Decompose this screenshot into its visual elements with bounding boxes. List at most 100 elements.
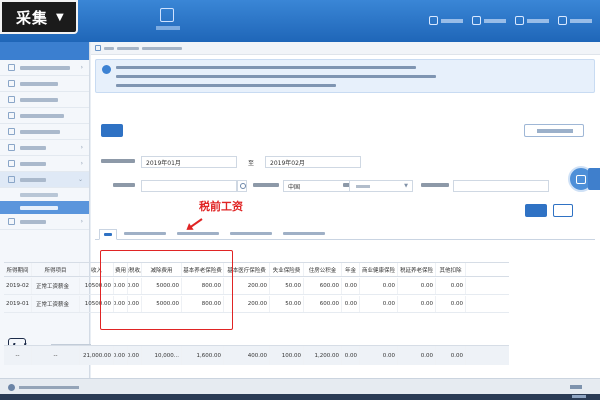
- chevron-down-icon: ▼: [56, 11, 64, 23]
- tab-5[interactable]: [279, 228, 329, 239]
- summary-cell: 0.00: [398, 346, 436, 365]
- tax-icon: [8, 144, 15, 151]
- capture-label: 采集: [16, 8, 49, 27]
- table-cell: 正常工资薪金: [32, 278, 80, 294]
- header-action-1[interactable]: [429, 16, 463, 25]
- table-cell: 0.00: [360, 296, 398, 312]
- reset-button[interactable]: [553, 204, 573, 217]
- summary-cell: --: [32, 346, 80, 365]
- about-link[interactable]: [570, 385, 582, 389]
- header-action-3[interactable]: [515, 16, 549, 25]
- home-icon[interactable]: [95, 45, 101, 51]
- user-icon: [8, 112, 15, 119]
- period-from-input[interactable]: 2019年01月: [141, 156, 237, 168]
- table-cell: 2019-01: [4, 296, 32, 312]
- annotation-label: 税前工资: [199, 200, 243, 213]
- collected-records-button[interactable]: [524, 124, 584, 137]
- column-header: 税延养老保险: [398, 263, 436, 276]
- sidebar-subitem-1[interactable]: [0, 188, 89, 201]
- table-cell: 50.00: [270, 296, 304, 312]
- name-input[interactable]: [141, 180, 237, 192]
- region-label: [253, 183, 279, 187]
- search-icon[interactable]: [237, 180, 247, 192]
- sidebar-header: [0, 42, 89, 60]
- breadcrumb: [91, 42, 600, 55]
- header-action-2[interactable]: [472, 16, 506, 25]
- tab-2[interactable]: [120, 228, 170, 239]
- info-icon: [429, 16, 438, 25]
- table-cell: 50.00: [270, 278, 304, 294]
- table-row[interactable]: 2019-02正常工资薪金10500.000.000.005000.00800.…: [4, 278, 509, 295]
- table-cell: 2019-02: [4, 278, 32, 294]
- app-logo-caption: [156, 26, 180, 30]
- table-cell: 0.00: [436, 278, 466, 294]
- app-logo-icon: [160, 8, 174, 22]
- summary-cell: 21,000.00: [80, 346, 114, 365]
- sidebar-item-5[interactable]: [0, 124, 89, 140]
- table-cell: 正常工资薪金: [32, 296, 80, 312]
- id-number-input[interactable]: [453, 180, 549, 192]
- clock-text: [572, 395, 586, 398]
- summary-cell: 0.00: [436, 346, 466, 365]
- settings-icon: [558, 16, 567, 25]
- summary-cell: 1,600.00: [182, 346, 224, 365]
- current-company-text: [19, 386, 79, 389]
- annotation-highlight-box: [100, 250, 233, 330]
- query-button[interactable]: [525, 204, 547, 217]
- period-label: [101, 159, 135, 163]
- id-type-dropdown[interactable]: ▼: [349, 180, 413, 192]
- sidebar-item-query[interactable]: ⌄: [0, 172, 89, 188]
- table-cell: 0.00: [360, 278, 398, 294]
- export-button[interactable]: [101, 124, 123, 137]
- sidebar-subitem-2[interactable]: [0, 201, 89, 214]
- column-header: 商业健康保险: [360, 263, 398, 276]
- header-actions: [429, 16, 592, 25]
- summary-cell: 0.00: [360, 346, 398, 365]
- tab-3[interactable]: [173, 228, 223, 239]
- summary-cell: 100.00: [270, 346, 304, 365]
- status-bar: [0, 378, 600, 400]
- name-label: [113, 183, 135, 187]
- capture-button[interactable]: 采集 ▼: [0, 0, 78, 34]
- table-cell: 0.00: [436, 296, 466, 312]
- summary-cell: 0.00: [128, 346, 142, 365]
- chevron-right-icon: ›: [80, 64, 83, 71]
- table-summary-row: ----21,000.000.000.0010,000...1,600.0040…: [4, 345, 509, 365]
- user-icon: [8, 384, 15, 391]
- table-cell: 0.00: [398, 278, 436, 294]
- sidebar-item-3[interactable]: [0, 92, 89, 108]
- summary-cell: 0.00: [114, 346, 128, 365]
- summary-cell: 1,200.00: [304, 346, 342, 365]
- assistant-tab[interactable]: [588, 168, 600, 190]
- result-tabs: [95, 228, 595, 240]
- sidebar-item-1[interactable]: ›: [0, 60, 89, 76]
- summary-cell: --: [4, 346, 32, 365]
- guide-icon: [472, 16, 481, 25]
- sidebar-item-6[interactable]: ›: [0, 140, 89, 156]
- summary-cell: 0.00: [342, 346, 360, 365]
- sidebar-item-2[interactable]: [0, 76, 89, 92]
- period-to-input[interactable]: 2019年02月: [265, 156, 361, 168]
- chevron-right-icon: ›: [80, 218, 83, 225]
- search-icon: [8, 176, 15, 183]
- table-cell: 0.00: [342, 278, 360, 294]
- chart-icon: [8, 80, 15, 87]
- notice-panel: [95, 59, 595, 93]
- chevron-down-icon: ▼: [404, 183, 408, 189]
- column-header: 所得期间: [4, 263, 32, 276]
- chevron-right-icon: ›: [80, 144, 83, 151]
- taskbar: [0, 394, 600, 400]
- help-icon: [515, 16, 524, 25]
- app-header: 采集 ▼: [0, 0, 600, 42]
- table-cell: 600.00: [304, 296, 342, 312]
- sidebar-item-7[interactable]: ›: [0, 156, 89, 172]
- sidebar-item-4[interactable]: [0, 108, 89, 124]
- column-header: 其他扣除: [436, 263, 466, 276]
- doc-icon: [8, 64, 15, 71]
- header-action-4[interactable]: [558, 16, 592, 25]
- table-header-row: 所得期间所得项目收入费用免税收入减除费用基本养老保险费基本医疗保险费失业保险费住…: [4, 262, 509, 277]
- tab-4[interactable]: [226, 228, 276, 239]
- sidebar-item-settings[interactable]: ›: [0, 214, 89, 230]
- tab-1[interactable]: [99, 229, 117, 240]
- table-row[interactable]: 2019-01正常工资薪金10500.000.000.005000.00800.…: [4, 296, 509, 313]
